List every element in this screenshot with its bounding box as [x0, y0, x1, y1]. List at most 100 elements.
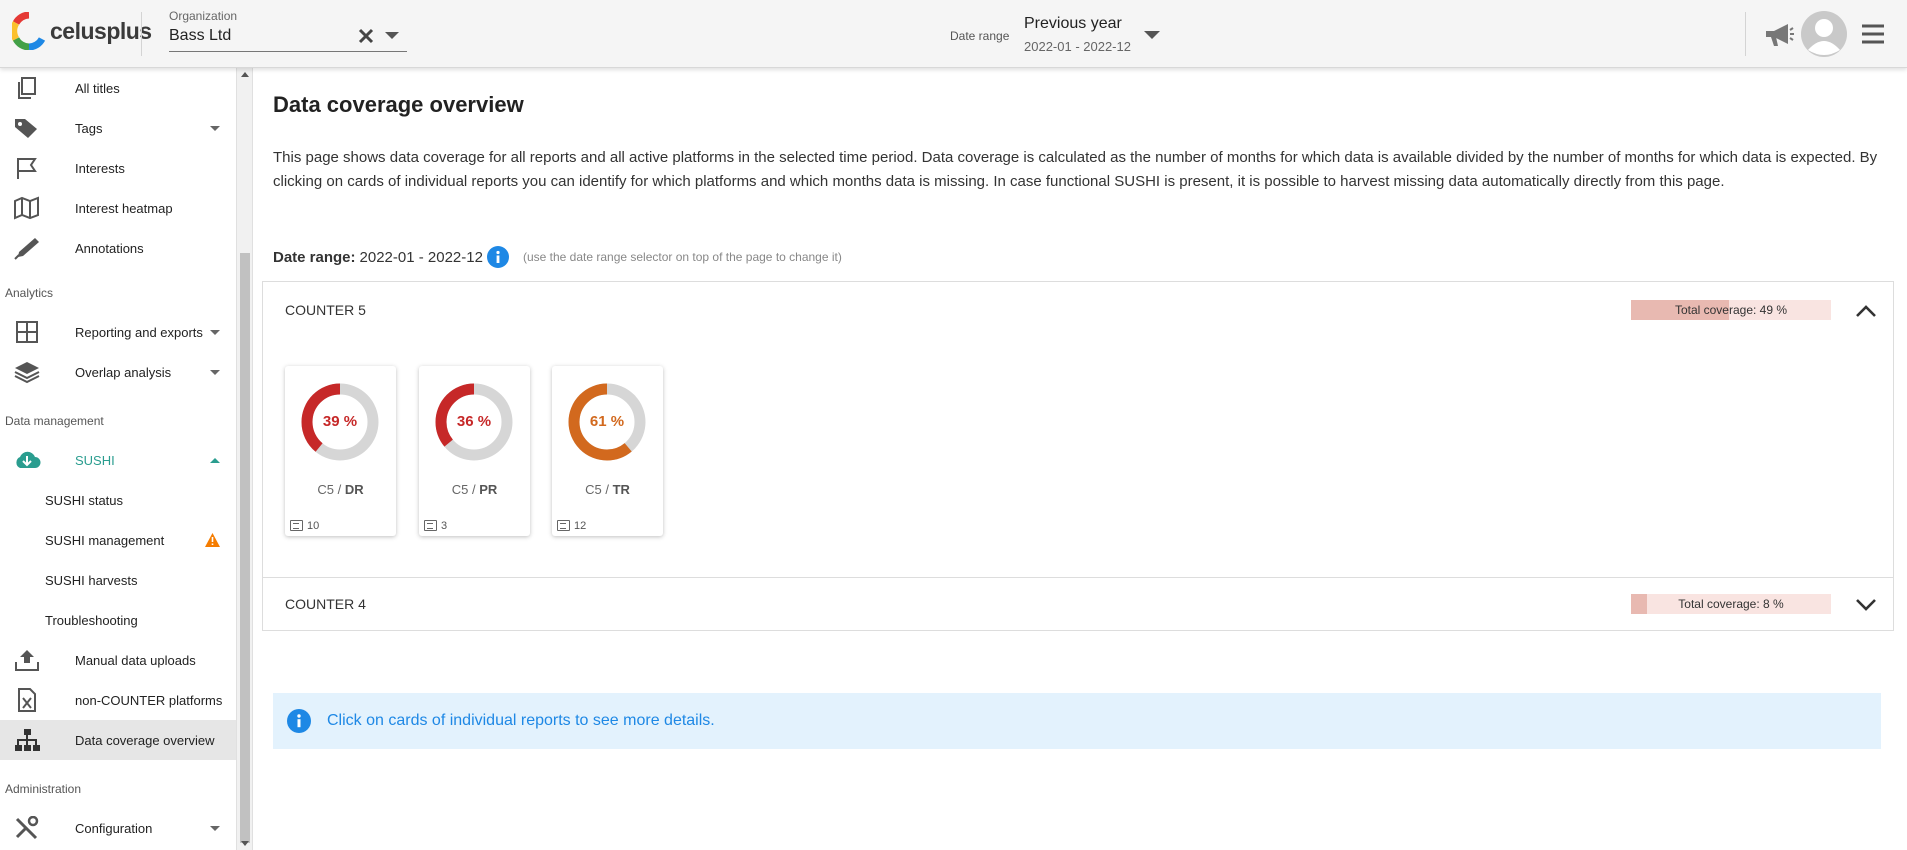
chevron-down-icon[interactable] — [385, 30, 399, 40]
date-range-select[interactable]: Previous year — [1024, 15, 1122, 33]
report-card-pr[interactable]: 36 % C5 / PR 3 — [419, 366, 530, 536]
platform-count: 10 — [307, 520, 320, 532]
info-alert: Click on cards of individual reports to … — [273, 693, 1881, 749]
platform-count: 12 — [574, 520, 587, 532]
coverage-bar: Total coverage: 49 % — [1631, 300, 1831, 320]
report-prefix: C5 / — [317, 482, 345, 497]
chevron-down-icon[interactable] — [1144, 30, 1160, 40]
chevron-down-icon — [210, 330, 220, 335]
logo-text: celusplus — [50, 17, 152, 44]
upload-icon — [15, 650, 39, 671]
date-range-label: Date range: — [273, 248, 356, 266]
panel-title[interactable]: COUNTER 5 — [285, 302, 366, 318]
coverage-text: Total coverage: 8 % — [1678, 597, 1784, 611]
sidebar-item-all-titles[interactable]: All titles — [0, 68, 236, 108]
megaphone-icon[interactable] — [1764, 22, 1794, 48]
sidebar-item-overlap[interactable]: Overlap analysis — [0, 352, 236, 392]
panel-counter-4: COUNTER 4 Total coverage: 8 % — [262, 577, 1894, 631]
flag-icon — [17, 158, 37, 179]
sidebar-item-annotations[interactable]: Annotations — [0, 228, 236, 268]
page-title: Data coverage overview — [273, 92, 524, 117]
sidebar-item-sushi[interactable]: SUSHI — [0, 440, 236, 480]
sidebar-item-label: Overlap analysis — [75, 364, 172, 380]
report-name: C5 / TR — [552, 482, 663, 497]
sidebar-item-label: non-COUNTER platforms — [75, 692, 223, 708]
sidebar: All titles Tags Interests Interest heatm… — [0, 68, 237, 850]
chevron-up-icon — [210, 458, 220, 463]
sidebar-item-sushi-status[interactable]: SUSHI status — [0, 480, 236, 520]
report-prefix: C5 / — [585, 482, 613, 497]
sidebar-item-reporting[interactable]: Reporting and exports — [0, 312, 236, 352]
section-administration: Administration — [5, 782, 82, 796]
report-name: C5 / PR — [419, 482, 530, 497]
section-data-management: Data management — [5, 414, 104, 428]
divider — [141, 12, 142, 56]
platforms-icon — [424, 520, 437, 531]
warning-icon — [205, 533, 220, 547]
report-card-tr[interactable]: 61 % C5 / TR 12 — [552, 366, 663, 536]
chevron-down-icon[interactable] — [1855, 598, 1877, 612]
sidebar-item-tags[interactable]: Tags — [0, 108, 236, 148]
cloud-download-icon — [16, 451, 41, 468]
report-code: PR — [479, 482, 498, 497]
scroll-down-icon[interactable] — [241, 841, 249, 846]
sidebar-item-troubleshooting[interactable]: Troubleshooting — [0, 600, 236, 640]
platforms-icon — [290, 520, 303, 531]
date-range-sub: 2022-01 - 2022-12 — [1024, 39, 1131, 54]
sidebar-item-label: Data coverage overview — [75, 732, 215, 748]
pen-icon — [14, 238, 39, 260]
chevron-down-icon — [210, 826, 220, 831]
logo[interactable]: celusplus — [12, 12, 152, 50]
sidebar-item-sushi-management[interactable]: SUSHI management — [0, 520, 236, 560]
org-label: Organization — [169, 9, 238, 23]
panel-counter-5: COUNTER 5 Total coverage: 49 % 39 % C5 /… — [262, 281, 1894, 578]
sidebar-item-label: Interests — [75, 160, 125, 176]
sidebar-item-interest-heatmap[interactable]: Interest heatmap — [0, 188, 236, 228]
date-range-label: Date range — [950, 29, 1010, 43]
coverage-percent: 61 % — [589, 413, 625, 430]
sidebar-item-interests[interactable]: Interests — [0, 148, 236, 188]
menu-icon[interactable] — [1862, 24, 1884, 44]
top-bar: celusplus Organization Bass Ltd Date ran… — [0, 0, 1907, 68]
org-select-value[interactable]: Bass Ltd — [169, 27, 231, 45]
sidebar-scrollbar[interactable] — [237, 68, 253, 850]
sidebar-item-label: Annotations — [75, 240, 144, 256]
sidebar-item-sushi-harvests[interactable]: SUSHI harvests — [0, 560, 236, 600]
sidebar-item-manual-uploads[interactable]: Manual data uploads — [0, 640, 236, 680]
sidebar-item-non-counter[interactable]: non-COUNTER platforms — [0, 680, 236, 720]
grid-icon — [16, 321, 38, 343]
chevron-up-icon[interactable] — [1855, 304, 1877, 318]
report-prefix: C5 / — [451, 482, 480, 497]
sidebar-item-label: Troubleshooting — [45, 612, 138, 628]
org-select-underline — [169, 51, 407, 52]
sidebar-item-label: Interest heatmap — [75, 200, 173, 216]
scrollbar-thumb[interactable] — [240, 253, 250, 843]
panel-title[interactable]: COUNTER 4 — [285, 596, 366, 612]
alert-text: Click on cards of individual reports to … — [327, 712, 715, 729]
sidebar-item-label: Configuration — [75, 820, 153, 836]
scroll-up-icon[interactable] — [241, 72, 249, 77]
date-range-hint: (use the date range selector on top of t… — [522, 250, 842, 264]
sidebar-item-label: SUSHI management — [45, 532, 165, 548]
main-content: Data coverage overview This page shows d… — [253, 68, 1907, 850]
map-icon — [14, 196, 39, 220]
sidebar-item-configuration[interactable]: Configuration — [0, 808, 236, 848]
tag-icon — [15, 119, 37, 138]
clear-icon[interactable] — [354, 24, 378, 48]
layers-icon — [14, 362, 40, 384]
sidebar-item-label: SUSHI — [75, 452, 115, 468]
avatar[interactable] — [1800, 10, 1848, 58]
copy-icon — [18, 77, 36, 99]
report-card-dr[interactable]: 39 % C5 / DR 10 — [285, 366, 396, 536]
coverage-text: Total coverage: 49 % — [1674, 303, 1788, 317]
platforms-icon — [557, 520, 570, 531]
sidebar-item-label: SUSHI status — [45, 492, 124, 508]
date-range-info: Date range: 2022-01 - 2022-12 (use the d… — [273, 246, 842, 268]
sidebar-item-label: All titles — [75, 80, 120, 96]
section-analytics: Analytics — [5, 286, 54, 300]
page-description: This page shows data coverage for all re… — [273, 149, 1878, 190]
sidebar-item-data-coverage[interactable]: Data coverage overview — [0, 720, 236, 760]
info-icon[interactable] — [486, 246, 509, 268]
excel-file-icon — [18, 688, 36, 712]
sidebar-item-label: Reporting and exports — [75, 324, 203, 340]
